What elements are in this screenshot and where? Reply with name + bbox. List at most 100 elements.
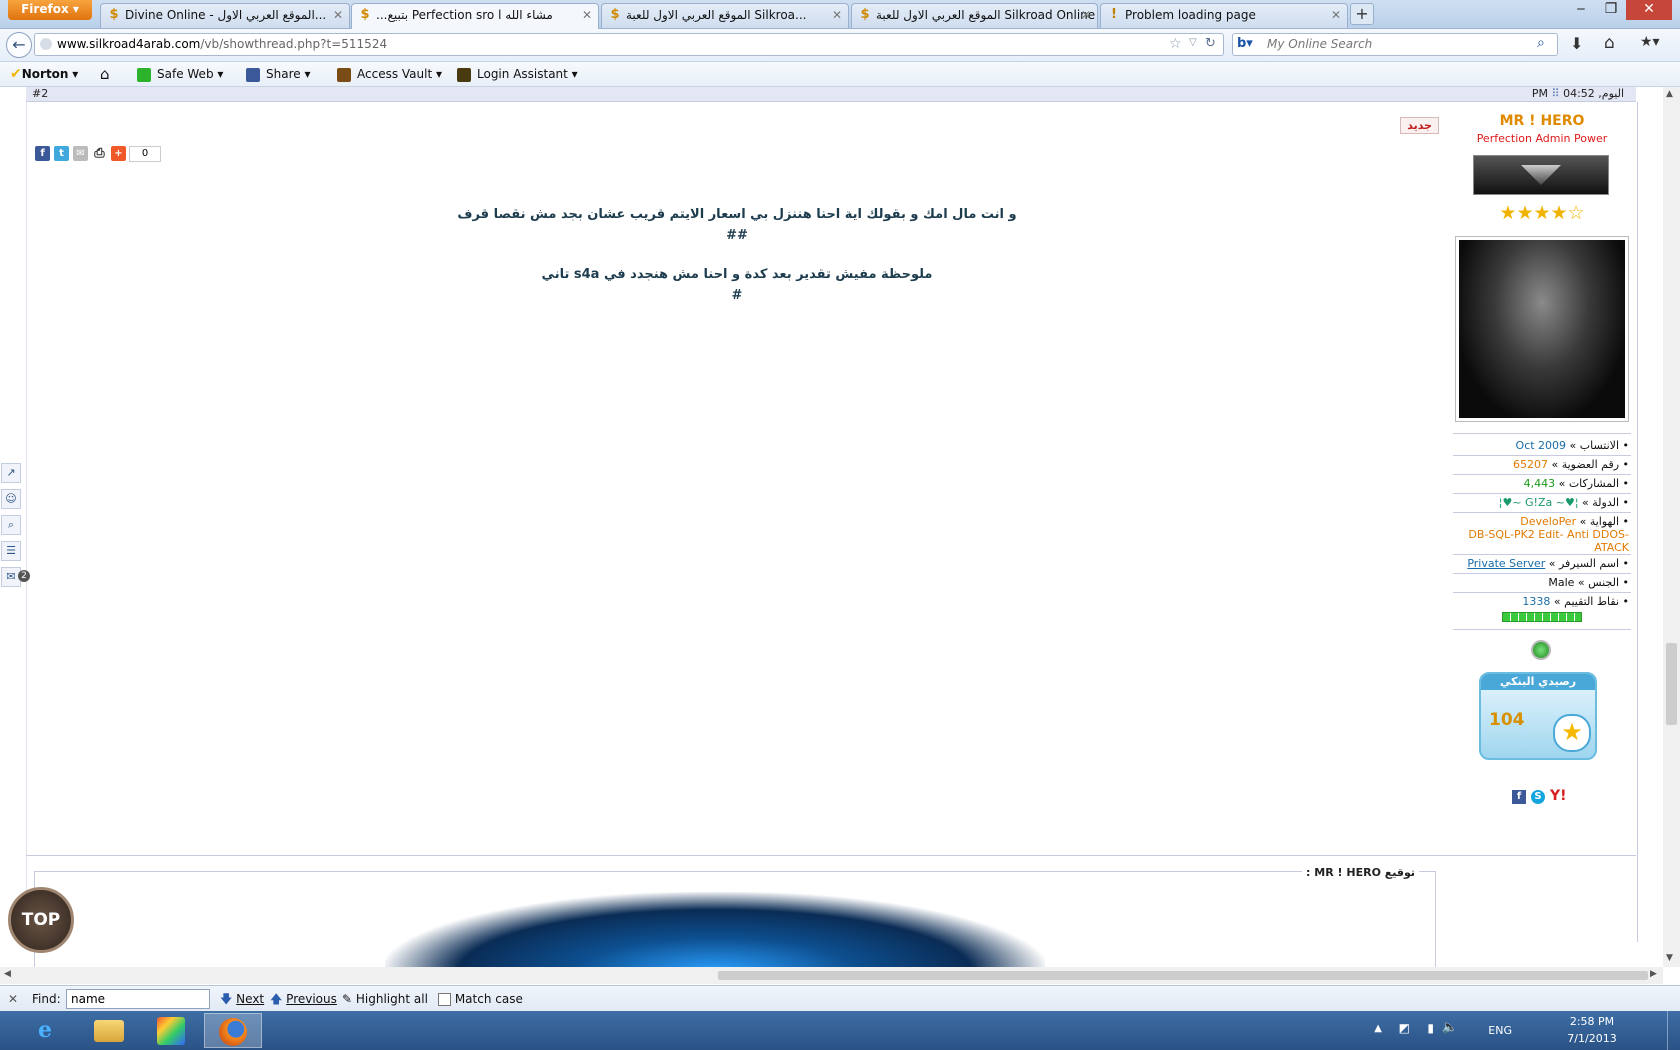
minimize-button[interactable]: ‒ — [1566, 0, 1596, 20]
facebook-share-icon[interactable]: f — [35, 146, 50, 161]
reputation-bar — [1502, 612, 1582, 622]
new-tab-button[interactable]: + — [1350, 3, 1374, 25]
internet-explorer-icon[interactable]: e — [20, 1013, 70, 1048]
user-icon[interactable]: ☺ — [1, 489, 21, 509]
scroll-thumb[interactable] — [1666, 643, 1677, 725]
safe-web-label: Safe Web — [157, 67, 214, 81]
tray-expand-icon[interactable]: ▲ — [1374, 1023, 1382, 1034]
norton-home-icon[interactable]: ⌂ — [100, 62, 110, 86]
scroll-left-icon[interactable]: ◀ — [4, 969, 11, 979]
info-label: • الانتساب » — [1569, 439, 1629, 452]
firefox-taskbar-icon[interactable] — [204, 1013, 262, 1048]
online-status-icon — [1531, 640, 1551, 660]
scroll-right-icon[interactable]: ▶ — [1650, 969, 1657, 979]
close-find-icon[interactable]: ✕ — [8, 986, 18, 1012]
email-share-icon[interactable]: ✉ — [73, 146, 88, 161]
url-text: www.silkroad4arab.com/vb/showthread.php?… — [57, 34, 387, 55]
match-case-checkbox[interactable]: Match case — [438, 986, 523, 1012]
close-window-button[interactable]: ✕ — [1626, 0, 1672, 20]
scroll-down-icon[interactable]: ▼ — [1666, 953, 1673, 963]
skype-icon[interactable]: S — [1531, 790, 1545, 804]
share-arrow-icon[interactable]: ↗ — [1, 463, 21, 483]
show-desktop-button[interactable] — [1667, 1011, 1680, 1050]
print-icon[interactable]: ⎙ — [92, 146, 107, 161]
balance-value: 104 — [1489, 710, 1525, 730]
file-explorer-icon[interactable] — [84, 1013, 134, 1048]
clock-time[interactable]: 2:58 PM — [1562, 1015, 1622, 1028]
twitter-share-icon[interactable]: t — [54, 146, 69, 161]
games-app-icon[interactable] — [146, 1013, 196, 1048]
country: • الدولة » ¦♥~ G!Za ~♥¦ — [1499, 494, 1629, 511]
post-number[interactable]: #2 — [32, 87, 48, 100]
share-count: 0 — [129, 146, 161, 162]
scroll-thumb[interactable] — [718, 971, 1648, 980]
tab-silkroad-arab-2[interactable]: $ الموقع العربي الاول للعبة Silkroad Onl… — [851, 3, 1098, 28]
clock-date[interactable]: 7/1/2013 — [1562, 1032, 1622, 1045]
tab-title: الموقع العربي الاول للعبة Silkroad Onlin… — [876, 8, 1096, 22]
share-menu[interactable]: Share ▾ — [246, 62, 310, 86]
facebook-icon — [246, 67, 260, 82]
back-button[interactable]: ← — [6, 32, 32, 58]
close-icon[interactable]: ✕ — [582, 4, 592, 26]
find-previous-button[interactable]: 🡅 Previous — [270, 986, 337, 1012]
search-icon[interactable]: ⌕ — [1537, 35, 1545, 51]
home-icon[interactable]: ⌂ — [1604, 33, 1615, 53]
search-bar[interactable]: b▾ My Online Search ⌕ — [1232, 33, 1558, 56]
restore-button[interactable]: ❐ — [1596, 0, 1626, 20]
close-icon[interactable]: ✕ — [333, 4, 343, 26]
info-value: ¦♥~ G!Za ~♥¦ — [1498, 496, 1579, 509]
search-engine-icon[interactable]: b▾ — [1237, 36, 1253, 51]
tab-problem-loading[interactable]: ! Problem loading page ✕ — [1100, 3, 1348, 28]
login-assistant-menu[interactable]: Login Assistant ▾ — [457, 62, 578, 86]
scroll-to-top-button[interactable]: TOP — [8, 887, 74, 953]
divider — [1453, 433, 1631, 434]
tab-perfection-sro[interactable]: $ ...بتبيع Perfection sro l مشاء الله ✕ — [351, 3, 599, 29]
checkbox-icon[interactable] — [438, 993, 451, 1006]
volume-icon[interactable]: 🔈 — [1442, 1020, 1458, 1035]
close-icon[interactable]: ✕ — [1081, 4, 1091, 26]
join-date: • الانتساب » Oct 2009 — [1516, 437, 1629, 454]
tab-title: الموقع العربي الاول للعبة Silkroa... — [626, 8, 807, 22]
avatar[interactable] — [1455, 236, 1629, 422]
highlight-all-button[interactable]: ✎ Highlight all — [342, 986, 428, 1012]
divider — [1453, 629, 1631, 630]
tab-title: Divine Online - الموقع العربي الاول... — [125, 8, 327, 22]
firefox-menu-label: Firefox — [21, 2, 69, 16]
close-icon[interactable]: ✕ — [1331, 4, 1341, 26]
find-next-button[interactable]: 🡇 Next — [220, 986, 264, 1012]
network-icon[interactable]: ▮ — [1427, 1021, 1434, 1035]
search-icon[interactable]: ⌕ — [1, 515, 21, 535]
facebook-icon[interactable]: f — [1512, 790, 1526, 804]
horizontal-scrollbar[interactable]: ◀ ▶ — [0, 967, 1663, 984]
scroll-up-icon[interactable]: ▲ — [1666, 89, 1673, 99]
info-label: • رقم العضوية » — [1551, 458, 1630, 471]
close-icon[interactable]: ✕ — [832, 4, 842, 26]
downloads-icon[interactable]: ⬇ — [1570, 34, 1583, 53]
bank-balance-widget: رصيدي البنكي 104 ★ — [1479, 672, 1597, 760]
find-input[interactable]: name — [66, 989, 210, 1009]
safe-web-menu[interactable]: Safe Web ▾ — [137, 62, 223, 86]
bookmarks-menu-icon[interactable]: ★▾ — [1640, 34, 1660, 50]
vertical-scrollbar[interactable]: ▲ ▼ — [1663, 87, 1680, 967]
language-indicator[interactable]: ENG — [1488, 1024, 1512, 1037]
info-label: • الدولة » — [1582, 496, 1629, 509]
norton-tray-icon[interactable]: ◩ — [1399, 1021, 1410, 1035]
tab-silkroad-arab-1[interactable]: $ الموقع العربي الاول للعبة Silkroa... ✕ — [601, 3, 849, 28]
highlighter-icon: ✎ — [342, 992, 353, 1006]
url-path: /vb/showthread.php?t=511524 — [200, 37, 388, 51]
info-value: Male — [1548, 576, 1575, 589]
server-link[interactable]: Private Server — [1467, 557, 1545, 570]
access-vault-menu[interactable]: Access Vault ▾ — [337, 62, 442, 86]
username[interactable]: MR ! HERO — [1447, 113, 1637, 129]
dollar-icon: $ — [860, 7, 870, 22]
dropdown-icon[interactable]: ▽ — [1189, 37, 1197, 48]
tab-divine-online[interactable]: $ Divine Online - الموقع العربي الاول...… — [100, 3, 350, 28]
norton-menu[interactable]: ✔Norton ▾ — [10, 62, 78, 86]
bookmark-star-icon[interactable]: ☆ — [1169, 36, 1182, 52]
yahoo-icon[interactable]: Y! — [1550, 788, 1567, 804]
list-icon[interactable]: ☰ — [1, 541, 21, 561]
reload-icon[interactable]: ↻ — [1205, 36, 1216, 51]
firefox-menu-button[interactable]: Firefox ▾ — [8, 0, 92, 20]
addthis-icon[interactable]: + — [111, 146, 126, 161]
url-bar[interactable]: www.silkroad4arab.com/vb/showthread.php?… — [34, 33, 1224, 56]
